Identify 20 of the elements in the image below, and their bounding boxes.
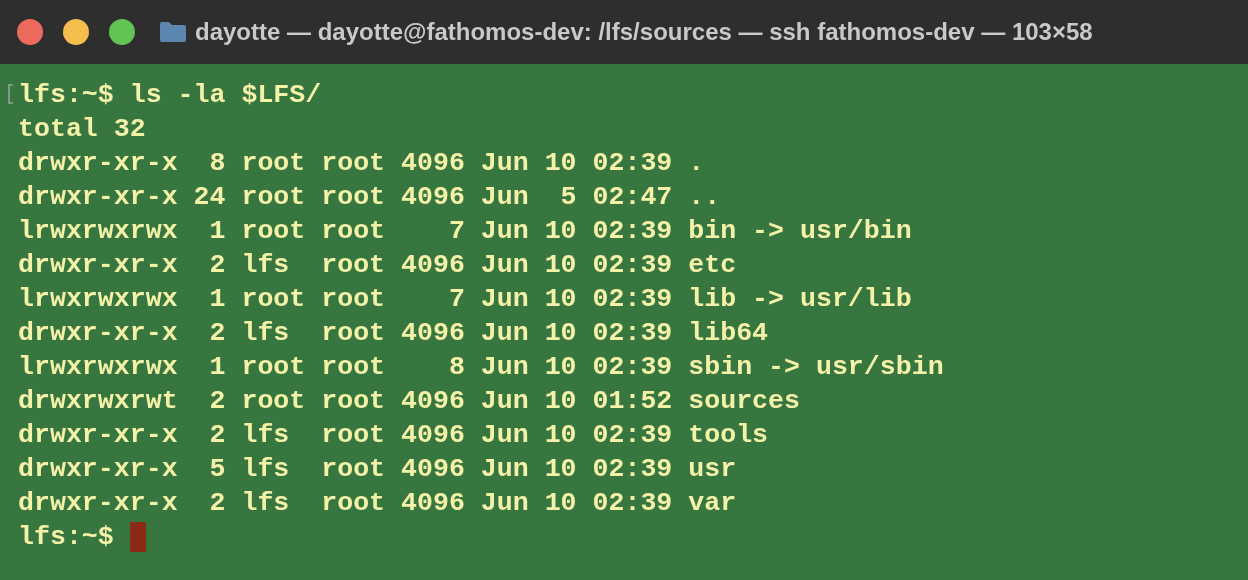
terminal-line: lrwxrwxrwx 1 root root 7 Jun 10 02:39 bin -> usr/bin bbox=[18, 215, 912, 248]
terminal-line: drwxr-xr-x 8 root root 4096 Jun 10 02:39 . bbox=[18, 147, 705, 180]
terminal-line: drwxr-xr-x 2 lfs root 4096 Jun 10 02:39 tools bbox=[18, 419, 769, 452]
terminal-line: total 32 bbox=[18, 113, 146, 146]
terminal-line: drwxr-xr-x 24 root root 4096 Jun 5 02:47 .. bbox=[18, 181, 721, 214]
folder-icon bbox=[159, 21, 187, 43]
terminal-line: drwxr-xr-x 2 lfs root 4096 Jun 10 02:39 lib64 bbox=[18, 317, 769, 350]
close-button[interactable] bbox=[17, 19, 43, 45]
zoom-button[interactable] bbox=[109, 19, 135, 45]
terminal-line: drwxrwxrwt 2 root root 4096 Jun 10 01:52 sources bbox=[18, 385, 800, 418]
terminal-line: lrwxrwxrwx 1 root root 8 Jun 10 02:39 sbin -> usr/sbin bbox=[18, 351, 944, 384]
terminal-line: lfs:~$ ls -la $LFS/ bbox=[18, 79, 322, 112]
terminal-line: lrwxrwxrwx 1 root root 7 Jun 10 02:39 lib -> usr/lib bbox=[18, 283, 912, 316]
terminal-line: drwxr-xr-x 2 lfs root 4096 Jun 10 02:39 var bbox=[18, 487, 737, 520]
terminal-line: drwxr-xr-x 2 lfs root 4096 Jun 10 02:39 etc bbox=[18, 249, 737, 282]
prompt-mark-icon bbox=[8, 84, 14, 104]
terminal-line: lfs:~$ bbox=[18, 521, 114, 554]
window-title: dayotte — dayotte@fathomos-dev: /lfs/sources — ssh fathomos-dev — 103×58 bbox=[195, 17, 1093, 47]
minimize-button[interactable] bbox=[63, 19, 89, 45]
terminal-line: drwxr-xr-x 5 lfs root 4096 Jun 10 02:39 usr bbox=[18, 453, 737, 486]
